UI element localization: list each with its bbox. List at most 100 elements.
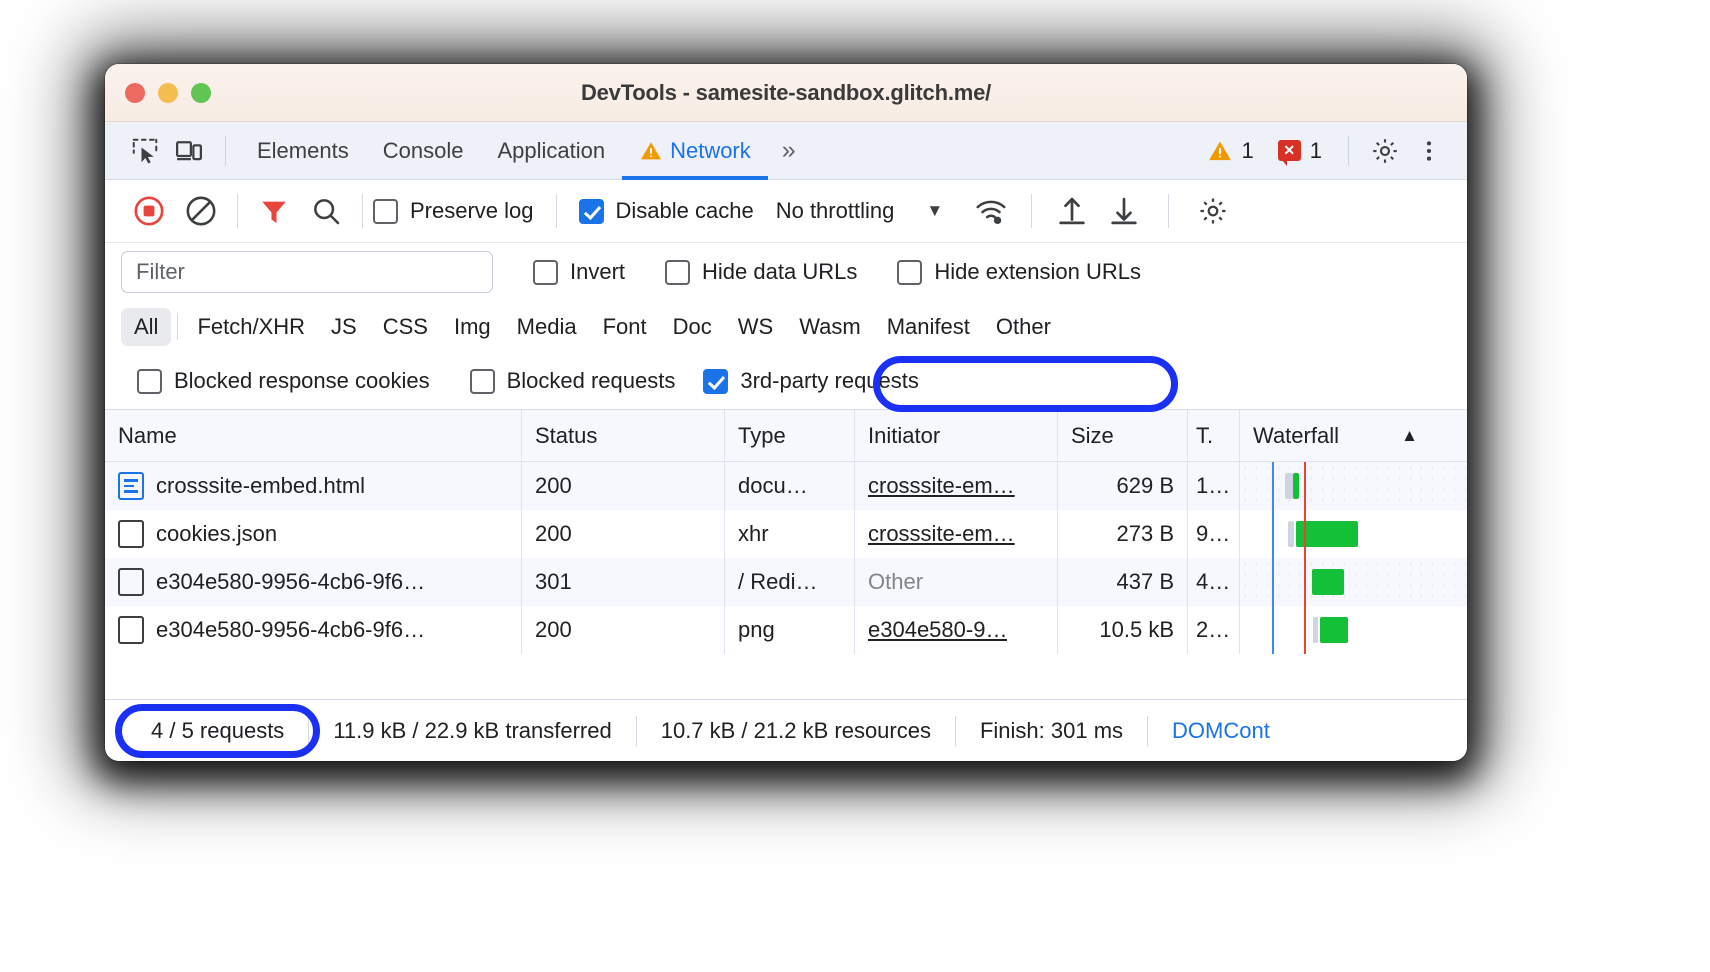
cell-size: 273 B: [1058, 510, 1188, 558]
column-header-time[interactable]: T.: [1188, 410, 1240, 461]
tabbar-right-divider: [1348, 135, 1349, 166]
waterfall-grid: [1240, 462, 1467, 510]
import-har-icon[interactable]: [1046, 185, 1098, 237]
cell-status: 301: [522, 558, 725, 606]
throttling-select[interactable]: No throttling: [776, 198, 895, 224]
initiator-link[interactable]: crosssite-em…: [868, 521, 1015, 547]
cell-time: 2…: [1188, 606, 1240, 654]
checkbox-box: [373, 198, 398, 224]
column-header-waterfall[interactable]: Waterfall ▲: [1240, 410, 1467, 461]
tab-label: Elements: [257, 137, 349, 163]
table-row[interactable]: e304e580-9956-4cb6-9f6… 301 / Redi… Othe…: [105, 558, 1467, 606]
request-flag-filters: Blocked response cookies Blocked request…: [105, 353, 1467, 412]
kebab-menu-icon[interactable]: [1407, 131, 1451, 171]
preserve-log-label: Preserve log: [410, 198, 534, 223]
tab-label: Application: [497, 137, 606, 163]
status-requests: 4 / 5 requests: [151, 717, 285, 743]
type-filter-manifest[interactable]: Manifest: [874, 308, 983, 346]
column-header-initiator[interactable]: Initiator: [855, 410, 1058, 461]
blocked-response-cookies-checkbox[interactable]: Blocked response cookies: [137, 368, 430, 394]
type-filter-font[interactable]: Font: [590, 308, 660, 346]
gear-icon[interactable]: [1363, 131, 1407, 171]
cell-type: png: [725, 606, 855, 654]
sort-ascending-icon: ▲: [1401, 425, 1418, 445]
funnel-icon[interactable]: [248, 185, 300, 237]
hide-data-urls-checkbox[interactable]: Hide data URLs: [665, 259, 857, 285]
column-header-name[interactable]: Name: [105, 410, 522, 461]
table-row[interactable]: e304e580-9956-4cb6-9f6… 200 png e304e580…: [105, 606, 1467, 654]
inspect-element-icon[interactable]: [123, 131, 167, 171]
dom-content-loaded-line: [1272, 462, 1274, 510]
network-request-table: Name Status Type Initiator Size T. Water…: [105, 409, 1467, 654]
device-toolbar-icon[interactable]: [167, 131, 211, 171]
type-filter-fetch-xhr[interactable]: Fetch/XHR: [184, 308, 318, 346]
blocked-requests-checkbox[interactable]: Blocked requests: [469, 368, 675, 394]
hide-extension-urls-checkbox[interactable]: Hide extension URLs: [897, 259, 1141, 285]
tab-network[interactable]: Network: [622, 122, 768, 180]
initiator-link[interactable]: e304e580-9…: [868, 617, 1007, 643]
load-event-line: [1304, 462, 1306, 510]
tab-elements[interactable]: Elements: [240, 122, 366, 180]
warning-count-label: 1: [1241, 137, 1254, 163]
cell-type: docu…: [725, 462, 855, 510]
type-filter-ws[interactable]: WS: [725, 308, 786, 346]
preserve-log-checkbox[interactable]: Preserve log: [373, 198, 534, 224]
cell-type: xhr: [725, 510, 855, 558]
invert-label: Invert: [570, 259, 626, 284]
tab-application[interactable]: Application: [480, 122, 622, 180]
warning-triangle-icon: [1207, 138, 1233, 164]
initiator-link[interactable]: crosssite-em…: [868, 473, 1015, 499]
type-filter-doc[interactable]: Doc: [660, 308, 725, 346]
disable-cache-checkbox[interactable]: Disable cache: [578, 198, 754, 224]
cell-name: e304e580-9956-4cb6-9f6…: [105, 558, 522, 606]
chevron-down-icon[interactable]: ▼: [926, 201, 943, 221]
window-title: DevTools - samesite-sandbox.glitch.me/: [580, 79, 992, 105]
network-toolbar: Preserve log Disable cache No throttling…: [105, 180, 1467, 243]
cell-size: 10.5 kB: [1058, 606, 1188, 654]
third-party-requests-checkbox[interactable]: 3rd-party requests: [703, 368, 919, 394]
table-row[interactable]: cookies.json 200 xhr crosssite-em… 273 B…: [105, 510, 1467, 558]
warning-count[interactable]: 1: [1195, 138, 1266, 164]
table-row[interactable]: crosssite-embed.html 200 docu… crosssite…: [105, 462, 1467, 510]
type-filter-wasm[interactable]: Wasm: [786, 308, 874, 346]
type-filter-all[interactable]: All: [121, 308, 172, 346]
search-icon[interactable]: [300, 185, 352, 237]
more-tabs-button[interactable]: »: [768, 136, 807, 165]
column-header-size[interactable]: Size: [1058, 410, 1188, 461]
window-titlebar: DevTools - samesite-sandbox.glitch.me/: [105, 64, 1467, 122]
checkbox-box: [578, 198, 604, 224]
document-icon: [118, 472, 144, 500]
type-filter-media[interactable]: Media: [504, 308, 590, 346]
devtools-tabbar: Elements Console Application Network » 1…: [105, 122, 1467, 180]
type-filter-css[interactable]: CSS: [370, 308, 441, 346]
initiator-text: Other: [868, 569, 924, 594]
tab-console[interactable]: Console: [366, 122, 481, 180]
third-party-requests-label: 3rd-party requests: [740, 368, 919, 393]
request-name: cookies.json: [156, 521, 278, 546]
checkbox-box: [897, 259, 923, 285]
status-resources: 10.7 kB / 21.2 kB resources: [660, 717, 931, 743]
column-header-status[interactable]: Status: [522, 410, 725, 461]
filter-input[interactable]: [121, 251, 493, 293]
type-filter-js[interactable]: JS: [318, 308, 370, 346]
export-har-icon[interactable]: [1098, 185, 1150, 237]
load-event-line: [1304, 510, 1306, 558]
clear-icon[interactable]: [175, 185, 227, 237]
type-filter-img[interactable]: Img: [441, 308, 504, 346]
invert-checkbox[interactable]: Invert: [533, 259, 625, 285]
resource-type-filters: All Fetch/XHR JS CSS Img Media Font Doc …: [105, 301, 1467, 353]
column-header-type[interactable]: Type: [725, 410, 855, 461]
request-name: e304e580-9956-4cb6-9f6…: [156, 569, 426, 594]
record-stop-icon[interactable]: [123, 185, 175, 237]
gear-icon[interactable]: [1187, 185, 1239, 237]
cell-time: 9…: [1188, 510, 1240, 558]
cell-waterfall: [1240, 510, 1467, 558]
tab-label: Console: [382, 137, 464, 163]
wifi-settings-icon[interactable]: [965, 185, 1017, 237]
load-event-line: [1304, 606, 1306, 654]
table-header-row: Name Status Type Initiator Size T. Water…: [105, 410, 1467, 462]
waterfall-download-bar: [1320, 617, 1348, 643]
waterfall-download-bar: [1312, 569, 1344, 595]
type-filter-other[interactable]: Other: [983, 308, 1064, 346]
error-count[interactable]: ✕ 1: [1266, 138, 1334, 166]
